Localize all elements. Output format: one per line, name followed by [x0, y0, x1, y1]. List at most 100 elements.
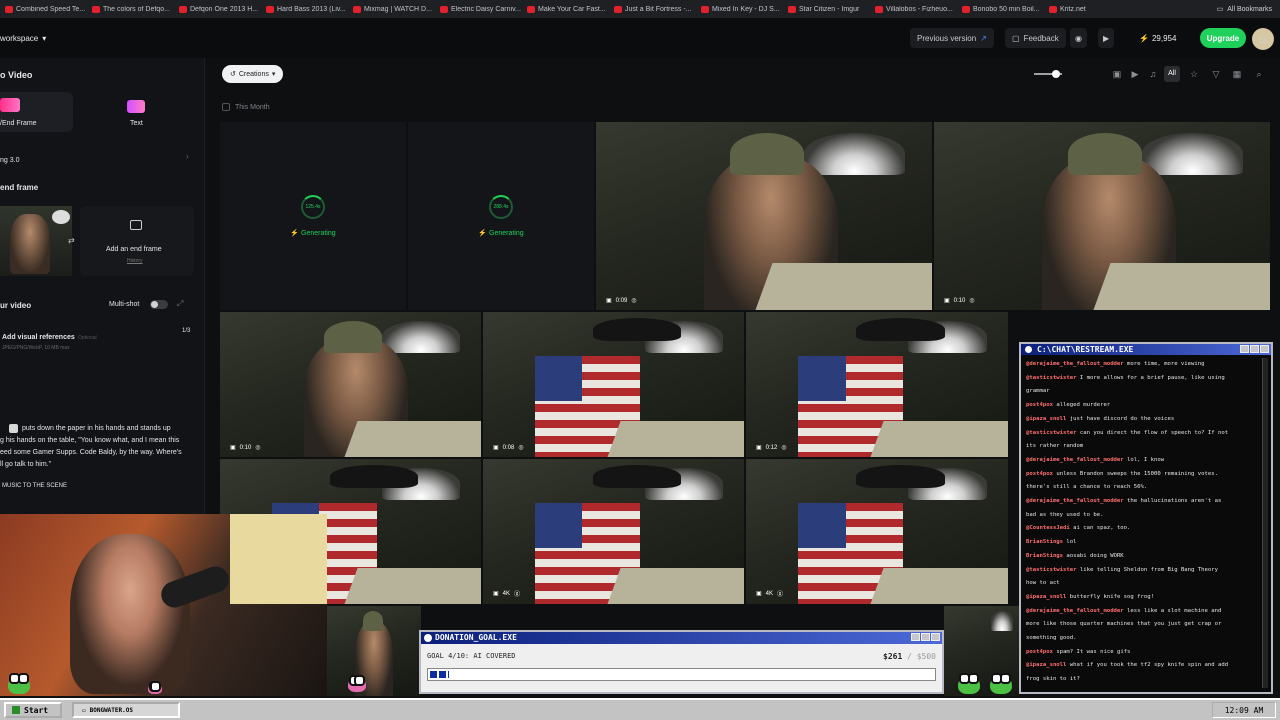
chat-title-bar[interactable]: C:\CHAT\RESTREAM.EXE [1021, 344, 1271, 355]
donation-progress-bar [427, 668, 936, 681]
close-icon[interactable] [1260, 345, 1269, 353]
video-thumbnail[interactable]: ▣ 4K ⓖ [746, 459, 1008, 604]
tab-start-end-frame[interactable]: /End Frame [0, 92, 73, 132]
chat-message: @derajaime_the_fallout_modder the halluc… [1026, 495, 1261, 509]
bookmark-item[interactable]: Defqon One 2013 H... [174, 5, 261, 13]
start-frame-thumbnail[interactable] [0, 206, 72, 276]
video-thumbnail[interactable]: ▣ 0:10 ◎ [220, 312, 481, 457]
frog-mascot-icon [8, 673, 30, 694]
chat-message: @derajaime_the_fallout_modder lol, I kno… [1026, 454, 1261, 468]
chat-messages: @derajaime_the_fallout_modder more time,… [1026, 358, 1261, 688]
search-icon[interactable]: ⌕ [1252, 67, 1266, 81]
donation-title-bar[interactable]: DONATION_GOAL.EXE [421, 632, 942, 644]
youtube-button[interactable]: ▶ [1098, 28, 1115, 48]
model-selector[interactable]: ng 3.0 [0, 157, 19, 164]
minimize-icon[interactable] [911, 633, 920, 641]
bookmark-item[interactable]: Kritz.net [1044, 5, 1131, 13]
bookmark-item[interactable]: Just a Bit Fortress -... [609, 5, 696, 13]
bookmark-item[interactable]: Bonobo 50 min Boil... [957, 5, 1044, 13]
filter-all-button[interactable]: All [1164, 66, 1180, 82]
slider-handle[interactable] [1052, 70, 1060, 78]
video-thumbnail[interactable]: ▣ 0:09 ◎ [596, 122, 932, 310]
chat-text: unless Brandon sweeps the 15000 remainin… [1056, 470, 1218, 477]
expand-icon[interactable]: ⤢ [177, 299, 183, 309]
chat-text: can you direct the flow of speech to? If… [1079, 429, 1229, 436]
video-thumbnail[interactable]: ▣ 0:08 ◎ [483, 312, 744, 457]
bookmark-item[interactable]: Make Your Car Fast... [522, 5, 609, 13]
bookmark-item[interactable]: Star Citizen - Imgur [783, 5, 870, 13]
minimize-icon[interactable] [1240, 345, 1249, 353]
this-month-checkbox[interactable]: This Month [222, 103, 270, 111]
history-link[interactable]: History [127, 258, 143, 264]
video-thumbnail[interactable] [327, 606, 421, 696]
taskbar-item-bongwater[interactable]: ▭ BONGWATER.OS [72, 702, 180, 718]
bookmark-item[interactable]: Villalobos - Fizheuo... [870, 5, 957, 13]
upgrade-button[interactable]: Upgrade [1200, 28, 1246, 48]
video-thumbnail[interactable]: ▣ 0:12 ◎ [746, 312, 1008, 457]
tab-text[interactable]: Text [100, 92, 172, 132]
credits-counter[interactable]: ⚡ 29,954 [1139, 28, 1176, 48]
lightning-icon: ⚡ [1139, 33, 1149, 43]
bookmark-favicon-icon [962, 5, 970, 13]
chevron-down-icon: ▾ [271, 71, 276, 78]
chat-text: lol, I know [1127, 456, 1165, 463]
maximize-icon[interactable] [1250, 345, 1259, 353]
star-icon[interactable]: ☆ [1187, 67, 1201, 81]
filter-icon[interactable]: ▽ [1209, 67, 1223, 81]
chat-text: frog skin to it? [1026, 676, 1080, 683]
chat-text: aosabi doing WORK [1066, 552, 1124, 559]
discord-button[interactable]: ◉ [1070, 28, 1087, 48]
panel-title: o Video [0, 70, 33, 80]
chat-text: like telling Sheldon from Big Bang Theor… [1079, 566, 1218, 573]
visual-references-label[interactable]: Add visual references [2, 334, 75, 341]
left-panel: o Video /End Frame Text ng 3.0 › end fra… [0, 58, 205, 520]
bookmark-favicon-icon [614, 5, 622, 13]
chat-text: less like a slot machine and [1127, 607, 1222, 614]
prompt-textarea[interactable]: puts down the paper in his hands and sta… [0, 420, 195, 490]
avatar[interactable]: ☺ [1252, 28, 1274, 50]
grid-icon[interactable]: ▦ [1230, 67, 1244, 81]
all-bookmarks-button[interactable]: ▭ All Bookmarks [1186, 0, 1272, 18]
multishot-toggle[interactable] [150, 300, 168, 309]
swap-icon[interactable]: ⇄ [68, 236, 75, 245]
bookmark-item[interactable]: Electric Daisy Carniv... [435, 5, 522, 13]
chat-message: there's still a chance to reach 56%. [1026, 481, 1261, 495]
chat-username: @ipaza_snoll [1026, 415, 1067, 422]
creations-dropdown[interactable]: ↺ Creations ▾ [222, 65, 284, 83]
generating-card[interactable]: 288.4s ⚡ Generating [408, 122, 594, 310]
close-icon[interactable] [931, 633, 940, 641]
video-thumbnail[interactable]: ▣ 4K ⓖ [483, 459, 744, 604]
chat-text: something good. [1026, 635, 1077, 642]
zoom-slider[interactable] [1034, 70, 1062, 78]
bookmark-item[interactable]: Mixed In Key - DJ S... [696, 5, 783, 13]
bookmark-item[interactable]: Combined Speed Te... [0, 5, 87, 13]
video-filter-icon[interactable]: ▶ [1128, 67, 1142, 81]
add-end-frame-button[interactable]: Add an end frame History [80, 206, 194, 276]
chat-username: @derajaime_the_fallout_modder [1026, 456, 1124, 463]
chat-text: lol [1066, 539, 1077, 546]
audio-filter-icon[interactable]: ♫ [1146, 67, 1160, 81]
chat-scrollbar[interactable] [1262, 358, 1268, 688]
bookmark-item[interactable]: The colors of Defqo... [87, 5, 174, 13]
bookmark-item[interactable]: Mixmag | WATCH D... [348, 5, 435, 13]
bookmark-item[interactable]: Hard Bass 2013 (Liv... [261, 5, 348, 13]
add-image-icon [130, 220, 142, 230]
chat-message: @ipaza_snoll just have discord do the vo… [1026, 413, 1261, 427]
generating-card[interactable]: 125.4s ⚡ Generating [220, 122, 406, 310]
video-duration: ▣ 4K ⓖ [493, 590, 521, 599]
frame-icon [0, 98, 20, 112]
chat-message: BrianStings lol [1026, 536, 1261, 550]
bookmark-favicon-icon [1049, 5, 1057, 13]
chat-window[interactable]: C:\CHAT\RESTREAM.EXE @derajaime_the_fall… [1019, 342, 1273, 694]
start-button[interactable]: Start [4, 702, 62, 718]
image-filter-icon[interactable]: ▣ [1110, 67, 1124, 81]
progress-ring: 288.4s [489, 195, 513, 219]
video-thumbnail[interactable]: ▣ 0:10 ◎ [934, 122, 1270, 310]
bookmark-favicon-icon [875, 5, 883, 13]
workspace-dropdown[interactable]: workspace ▾ [0, 34, 46, 43]
maximize-icon[interactable] [921, 633, 930, 641]
chat-message: @derajaime_the_fallout_modder less like … [1026, 605, 1261, 619]
feedback-button[interactable]: ▢ Feedback [1005, 28, 1066, 48]
previous-version-button[interactable]: Previous version ↗ [910, 28, 994, 48]
chat-text: more time, more viewing [1127, 361, 1205, 367]
